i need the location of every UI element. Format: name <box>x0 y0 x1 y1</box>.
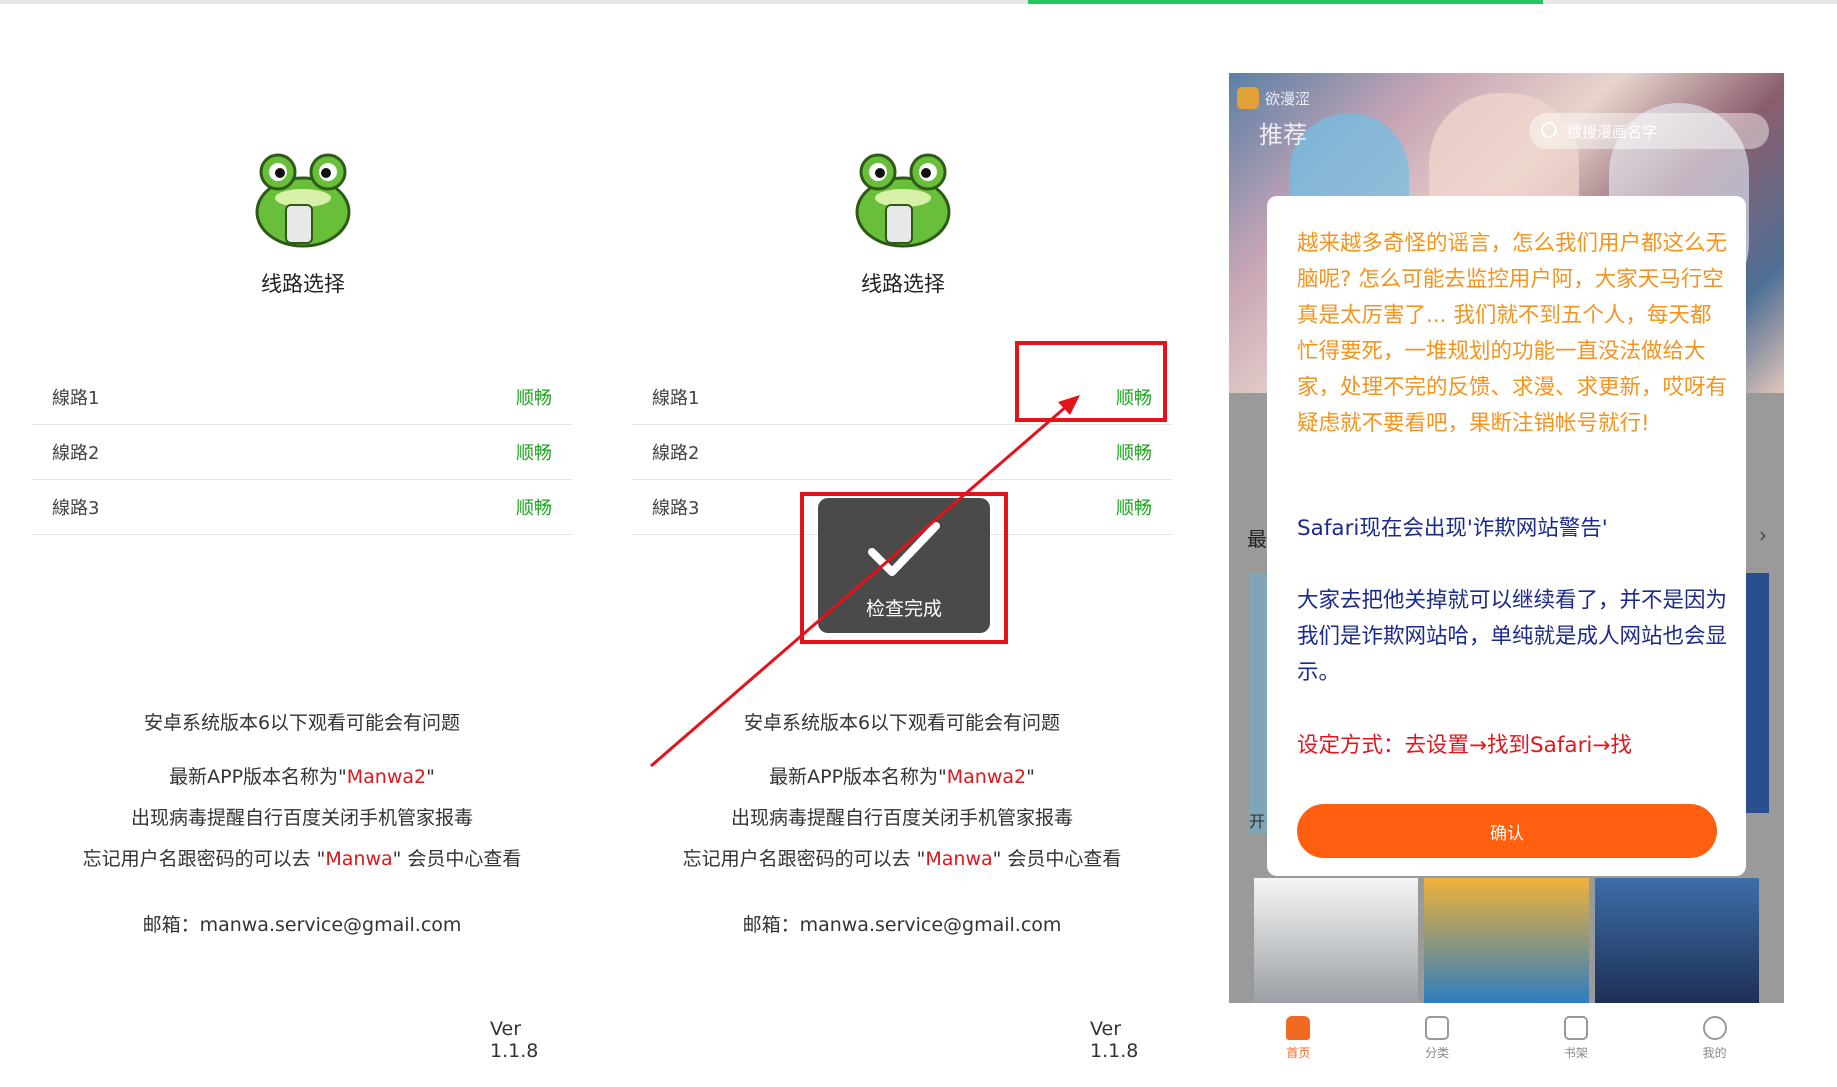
route-status: 顺畅 <box>516 388 552 409</box>
app-name-highlight: Manwa2 <box>346 766 427 788</box>
bottom-tab-bar: 首页 分类 书架 我的 <box>1229 1003 1784 1073</box>
book-icon <box>1563 1015 1588 1040</box>
comic-cover[interactable] <box>1594 878 1759 1003</box>
tab-label: 书架 <box>1563 1045 1588 1060</box>
notice-text-safari: Safari现在会出现'诈欺网站警告' <box>1297 516 1608 541</box>
tab-label: 首页 <box>1286 1045 1311 1060</box>
note-android: 安卓系统版本6以下观看可能会有问题 <box>743 712 1061 734</box>
note-text: " 会员中心查看 <box>992 848 1122 870</box>
section-title: 最 <box>1247 527 1267 551</box>
route-item-3[interactable]: 線路3 顺畅 <box>32 480 572 535</box>
notice-dialog: 越来越多奇怪的谣言，怎么我们用户都这么无脑呢? 怎么可能去监控用户阿，大家天马行… <box>1267 196 1746 876</box>
route-name: 線路1 <box>652 388 700 409</box>
route-status: 顺畅 <box>516 498 552 519</box>
route-item-1[interactable]: 線路1 顺畅 <box>32 370 572 425</box>
tab-home[interactable]: 首页 <box>1229 1003 1368 1073</box>
note-android: 安卓系统版本6以下观看可能会有问题 <box>143 712 461 734</box>
route-name: 線路2 <box>52 443 100 464</box>
left-screen: 线路选择 線路1 顺畅 線路2 顺畅 線路3 顺畅 安卓系统版本6以下观看可能会有问题… <box>0 0 572 1087</box>
note-text: 最新APP版本名称为" <box>769 766 947 788</box>
note-text: 最新APP版本名称为" <box>169 766 347 788</box>
toast-highlight-box <box>800 492 1008 644</box>
route-name: 線路3 <box>652 498 700 519</box>
tab-label: 分类 <box>1425 1045 1450 1060</box>
tab-profile[interactable]: 我的 <box>1645 1003 1784 1073</box>
tab-category[interactable]: 分类 <box>1368 1003 1507 1073</box>
brand-logo-icon <box>1237 87 1259 109</box>
app-name-highlight: Manwa2 <box>946 766 1027 788</box>
comic-cover[interactable] <box>1424 878 1589 1003</box>
notice-text-setting: 设定方式：去设置→找到Safari→找 <box>1297 733 1632 758</box>
frog-logo-icon <box>248 150 358 250</box>
brand-text: 欲漫涩 <box>1265 89 1311 108</box>
profile-icon <box>1702 1015 1727 1040</box>
frog-logo-icon <box>848 150 958 250</box>
notice-text-rumor: 越来越多奇怪的谣言，怎么我们用户都这么无脑呢? 怎么可能去监控用户阿，大家天马行… <box>1297 231 1728 436</box>
notice-text-explain: 大家去把他关掉就可以继续看了，并不是因为我们是诈欺网站哈，单纯就是成人网站也会显… <box>1297 588 1728 685</box>
route-name: 線路1 <box>52 388 100 409</box>
note-text: " <box>426 766 435 788</box>
note-app-name: 最新APP版本名称为"Manwa2" <box>32 762 572 789</box>
comic-caption: 开 <box>1249 812 1266 831</box>
route-item-2[interactable]: 線路2 顺畅 <box>632 425 1172 480</box>
email-text: 邮箱：manwa.service@gmail.com <box>142 914 462 936</box>
app-brand: 欲漫涩 <box>1237 85 1325 111</box>
search-icon <box>1541 122 1557 138</box>
comic-cover-row <box>1254 878 1759 1003</box>
note-app-name: 最新APP版本名称为"Manwa2" <box>632 762 1172 789</box>
note-text: " <box>1026 766 1035 788</box>
route-status: 顺畅 <box>1116 443 1152 464</box>
note-text: 忘记用户名跟密码的可以去 " <box>682 848 926 870</box>
note-password: 忘记用户名跟密码的可以去 "Manwa" 会员中心查看 <box>632 844 1172 871</box>
version-label: Ver 1.1.8 <box>490 1018 539 1062</box>
search-input[interactable]: 搜搜漫画名字 <box>1529 113 1769 149</box>
route-list: 線路1 顺畅 線路2 顺畅 線路3 顺畅 <box>32 370 572 535</box>
version-label: Ver 1.1.8 <box>1090 1018 1139 1062</box>
search-placeholder: 搜搜漫画名字 <box>1567 122 1658 141</box>
section-more-arrow[interactable]: › <box>1759 523 1767 547</box>
comic-cover[interactable] <box>1254 878 1419 1003</box>
brand-highlight: Manwa <box>925 848 993 870</box>
tab-recommend[interactable]: 推荐 <box>1259 115 1307 150</box>
status-highlight-box <box>1015 341 1167 422</box>
cube-icon <box>1425 1015 1450 1040</box>
page-title: 线路选择 <box>261 272 345 296</box>
tab-bookshelf[interactable]: 书架 <box>1507 1003 1646 1073</box>
route-status: 顺畅 <box>516 443 552 464</box>
route-item-2[interactable]: 線路2 顺畅 <box>32 425 572 480</box>
confirm-button[interactable]: 确认 <box>1297 804 1717 858</box>
route-status: 顺畅 <box>1116 498 1152 519</box>
home-icon <box>1286 1015 1311 1040</box>
route-name: 線路2 <box>652 443 700 464</box>
brand-highlight: Manwa <box>325 848 393 870</box>
page-title: 线路选择 <box>861 272 945 296</box>
note-virus: 出现病毒提醒自行百度关闭手机管家报毒 <box>130 807 473 829</box>
note-virus: 出现病毒提醒自行百度关闭手机管家报毒 <box>730 807 1073 829</box>
note-text: " 会员中心查看 <box>392 848 522 870</box>
tab-label: 我的 <box>1702 1045 1727 1060</box>
note-password: 忘记用户名跟密码的可以去 "Manwa" 会员中心查看 <box>32 844 572 871</box>
note-text: 忘记用户名跟密码的可以去 " <box>82 848 326 870</box>
route-name: 線路3 <box>52 498 100 519</box>
email-text: 邮箱：manwa.service@gmail.com <box>742 914 1062 936</box>
